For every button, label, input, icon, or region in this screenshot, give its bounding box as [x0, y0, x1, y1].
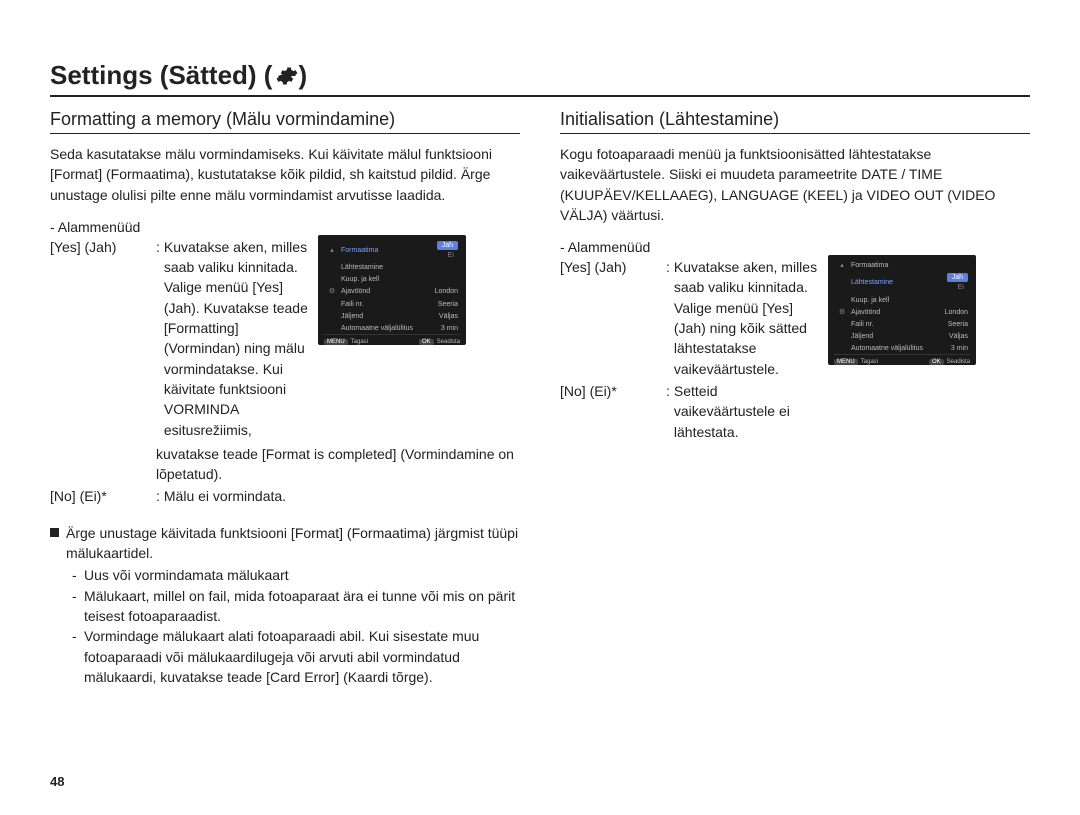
note-subitem-text: Mälukaart, millel on fail, mida fotoapar…: [84, 586, 520, 627]
right-intro: Kogu fotoaparaadi menüü ja funktsioonisä…: [560, 144, 1030, 225]
colon: :: [666, 257, 670, 379]
menu-item-label: Ajavöönd: [848, 308, 941, 318]
gear-icon: ⚙: [326, 287, 338, 297]
left-submenus-label: - Alammenüüd: [50, 219, 520, 235]
camera-menu-preview-left: ▴FormaatimaJahEi Lähtestamine Kuup. ja kel…: [318, 235, 466, 345]
title-suffix: ): [298, 60, 307, 91]
menu-item-value: 3 min: [947, 344, 968, 354]
colon: :: [156, 237, 160, 440]
menu-row: ⚙AjavööndLondon: [834, 308, 970, 318]
right-yes-text: Kuvatakse aken, milles saab valiku kinni…: [674, 257, 820, 379]
menu-row: JäljendVäljas: [834, 332, 970, 342]
menu-row-icon: ▴: [326, 246, 338, 256]
menu-item-value: 3 min: [437, 324, 458, 334]
menu-item-value: London: [431, 287, 458, 297]
right-submenus-label: - Alammenüüd: [560, 239, 1030, 255]
dash-icon: -: [72, 565, 84, 585]
left-yes-label: [Yes] (Jah): [50, 237, 156, 440]
page-number: 48: [50, 774, 64, 789]
note-subitem-text: Vormindage mälukaart alati fotoaparaadi …: [84, 626, 520, 687]
gear-icon: ⚙: [836, 308, 848, 318]
menu-item-label: Formaatima: [848, 261, 964, 271]
left-heading: Formatting a memory (Mälu vormindamine): [50, 109, 520, 134]
menu-footer-back: MENUTagasi: [834, 358, 878, 367]
page-title: Settings (Sätted) ( ): [50, 60, 1030, 97]
menu-row: Lähtestamine: [324, 263, 460, 273]
menu-item-label: Faili nr.: [338, 300, 434, 310]
right-no-text: Setteid vaikeväärtustele ei lähtestata.: [674, 381, 820, 442]
right-defs: [Yes] (Jah) : Kuvatakse aken, milles saa…: [560, 255, 1030, 444]
camera-menu-preview-right: ▴Formaatima LähtestamineJahEi Kuup. ja kel…: [828, 255, 976, 365]
title-prefix: Settings (Sätted) (: [50, 60, 272, 91]
settings-gear-icon: [276, 65, 298, 87]
colon: :: [156, 486, 160, 506]
menu-row: JäljendVäljas: [324, 312, 460, 322]
menu-row: Faili nr.Seeria: [324, 300, 460, 310]
left-note-intro: Ärge unustage käivitada funktsiooni [For…: [66, 523, 520, 564]
menu-item-label: Lähtestamine: [848, 278, 943, 288]
left-defs: [Yes] (Jah) : Kuvatakse aken, milles saa…: [50, 235, 520, 507]
menu-row: Automaatne väljalülitus3 min: [324, 324, 460, 334]
menu-item-value: Väljas: [945, 332, 968, 342]
note-subitem: -Vormindage mälukaart alati fotoaparaadi…: [72, 626, 520, 687]
columns: Formatting a memory (Mälu vormindamine) …: [50, 109, 1030, 687]
note-subitem: -Uus või vormindamata mälukaart: [72, 565, 520, 585]
menu-row: Kuup. ja kell: [834, 296, 970, 306]
left-column: Formatting a memory (Mälu vormindamine) …: [50, 109, 520, 687]
menu-row: ▴Formaatima: [834, 261, 970, 271]
right-yes-label: [Yes] (Jah): [560, 257, 666, 379]
menu-item-value: Väljas: [435, 312, 458, 322]
menu-item-label: Automaatne väljalülitus: [848, 344, 947, 354]
note-subitem-text: Uus või vormindamata mälukaart: [84, 565, 289, 585]
note-subitem: -Mälukaart, millel on fail, mida fotoapa…: [72, 586, 520, 627]
menu-footer-set: OKSeadista: [419, 338, 460, 347]
left-note-sublist: -Uus või vormindamata mälukaart-Mälukaar…: [72, 565, 520, 687]
menu-row: Automaatne väljalülitus3 min: [834, 344, 970, 354]
menu-item-value: Seeria: [944, 320, 968, 330]
left-yes-text: Kuvatakse aken, milles saab valiku kinni…: [164, 237, 310, 440]
menu-row: ▴FormaatimaJahEi: [324, 241, 460, 261]
menu-item-label: Lähtestamine: [338, 263, 454, 273]
square-bullet-icon: [50, 528, 59, 537]
menu-footer: MENUTagasi OKSeadista: [324, 334, 460, 347]
left-note: Ärge unustage käivitada funktsiooni [For…: [50, 523, 520, 687]
menu-row: Faili nr.Seeria: [834, 320, 970, 330]
page: Settings (Sätted) ( ) Formatting a memor…: [0, 0, 1080, 815]
menu-row: ⚙AjavööndLondon: [324, 287, 460, 297]
menu-row-icon: ▴: [836, 261, 848, 271]
colon: :: [666, 381, 670, 442]
menu-row: Kuup. ja kell: [324, 275, 460, 285]
menu-item-label: Jäljend: [848, 332, 945, 342]
menu-item-label: Jäljend: [338, 312, 435, 322]
menu-footer-set: OKSeadista: [929, 358, 970, 367]
menu-item-label: Formaatima: [338, 246, 433, 256]
menu-row: LähtestamineJahEi: [834, 273, 970, 293]
dash-icon: -: [72, 586, 84, 627]
menu-item-value: Seeria: [434, 300, 458, 310]
menu-item-label: Kuup. ja kell: [848, 296, 964, 306]
menu-footer-back: MENUTagasi: [324, 338, 368, 347]
menu-item-value: JahEi: [433, 241, 458, 261]
right-column: Initialisation (Lähtestamine) Kogu fotoa…: [560, 109, 1030, 687]
left-no-label: [No] (Ei)*: [50, 486, 156, 506]
menu-item-value: JahEi: [943, 273, 968, 293]
menu-item-label: Faili nr.: [848, 320, 944, 330]
dash-icon: -: [72, 626, 84, 687]
menu-footer: MENUTagasi OKSeadista: [834, 354, 970, 367]
menu-item-label: Ajavöönd: [338, 287, 431, 297]
menu-item-value: London: [941, 308, 968, 318]
right-no-label: [No] (Ei)*: [560, 381, 666, 442]
right-heading: Initialisation (Lähtestamine): [560, 109, 1030, 134]
left-no-text: Mälu ei vormindata.: [164, 486, 520, 506]
left-yes-text-below: kuvatakse teade [Format is completed] (V…: [156, 444, 520, 485]
menu-item-label: Automaatne väljalülitus: [338, 324, 437, 334]
menu-item-label: Kuup. ja kell: [338, 275, 454, 285]
left-intro: Seda kasutatakse mälu vormindamiseks. Ku…: [50, 144, 520, 205]
